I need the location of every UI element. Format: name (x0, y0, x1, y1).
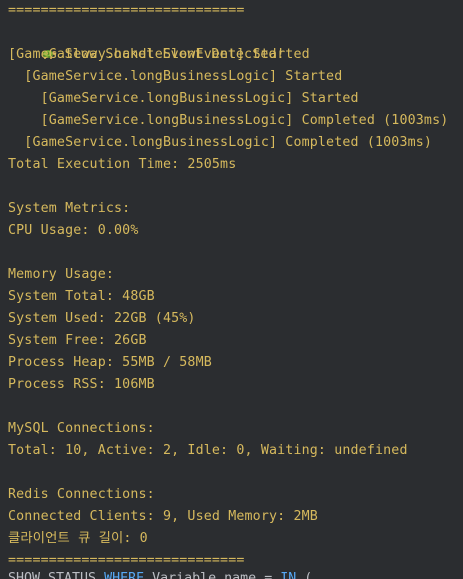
system-used: System Used: 22GB (45%) (8, 311, 196, 326)
memory-usage-heading: Memory Usage: (8, 267, 115, 282)
total-execution-time: Total Execution Time: 2505ms (8, 157, 237, 172)
redis-connections-heading: Redis Connections: (8, 487, 155, 502)
cut-off-query-line: SHOW STATUS WHERE Variable_name = IN (..… (8, 568, 336, 579)
slow-event-title-row: Slow Socket Event Detected! (8, 22, 285, 62)
log-line: [GameService.longBusinessLogic] Started (8, 69, 343, 84)
mysql-connections-heading: MySQL Connections: (8, 421, 155, 436)
query-fragment: (... (296, 571, 337, 579)
log-line: [GameService.longBusinessLogic] Started (8, 91, 359, 106)
query-keyword: WHERE (104, 571, 145, 579)
query-fragment: SHOW STATUS (8, 571, 105, 579)
query-fragment: Variable_name = (144, 571, 281, 579)
client-queue-length: 클라이언트 큐 길이: 0 (8, 531, 148, 546)
system-metrics-heading: System Metrics: (8, 201, 131, 216)
mysql-connections-stats: Total: 10, Active: 2, Idle: 0, Waiting: … (8, 443, 408, 458)
log-line: [GameGateway.handleSlowEvent] Started (8, 47, 310, 62)
console-output: ============================= Slow Socke… (0, 0, 463, 579)
system-total: System Total: 48GB (8, 289, 155, 304)
cpu-usage: CPU Usage: 0.00% (8, 223, 139, 238)
process-heap: Process Heap: 55MB / 58MB (8, 355, 212, 370)
process-rss: Process RSS: 106MB (8, 377, 155, 392)
separator-top: ============================= (8, 3, 245, 18)
system-free: System Free: 26GB (8, 333, 147, 348)
query-keyword: IN (280, 571, 297, 579)
log-line: [GameService.longBusinessLogic] Complete… (8, 113, 449, 128)
log-line: [GameService.longBusinessLogic] Complete… (8, 135, 433, 150)
redis-connections-stats: Connected Clients: 9, Used Memory: 2MB (8, 509, 318, 524)
